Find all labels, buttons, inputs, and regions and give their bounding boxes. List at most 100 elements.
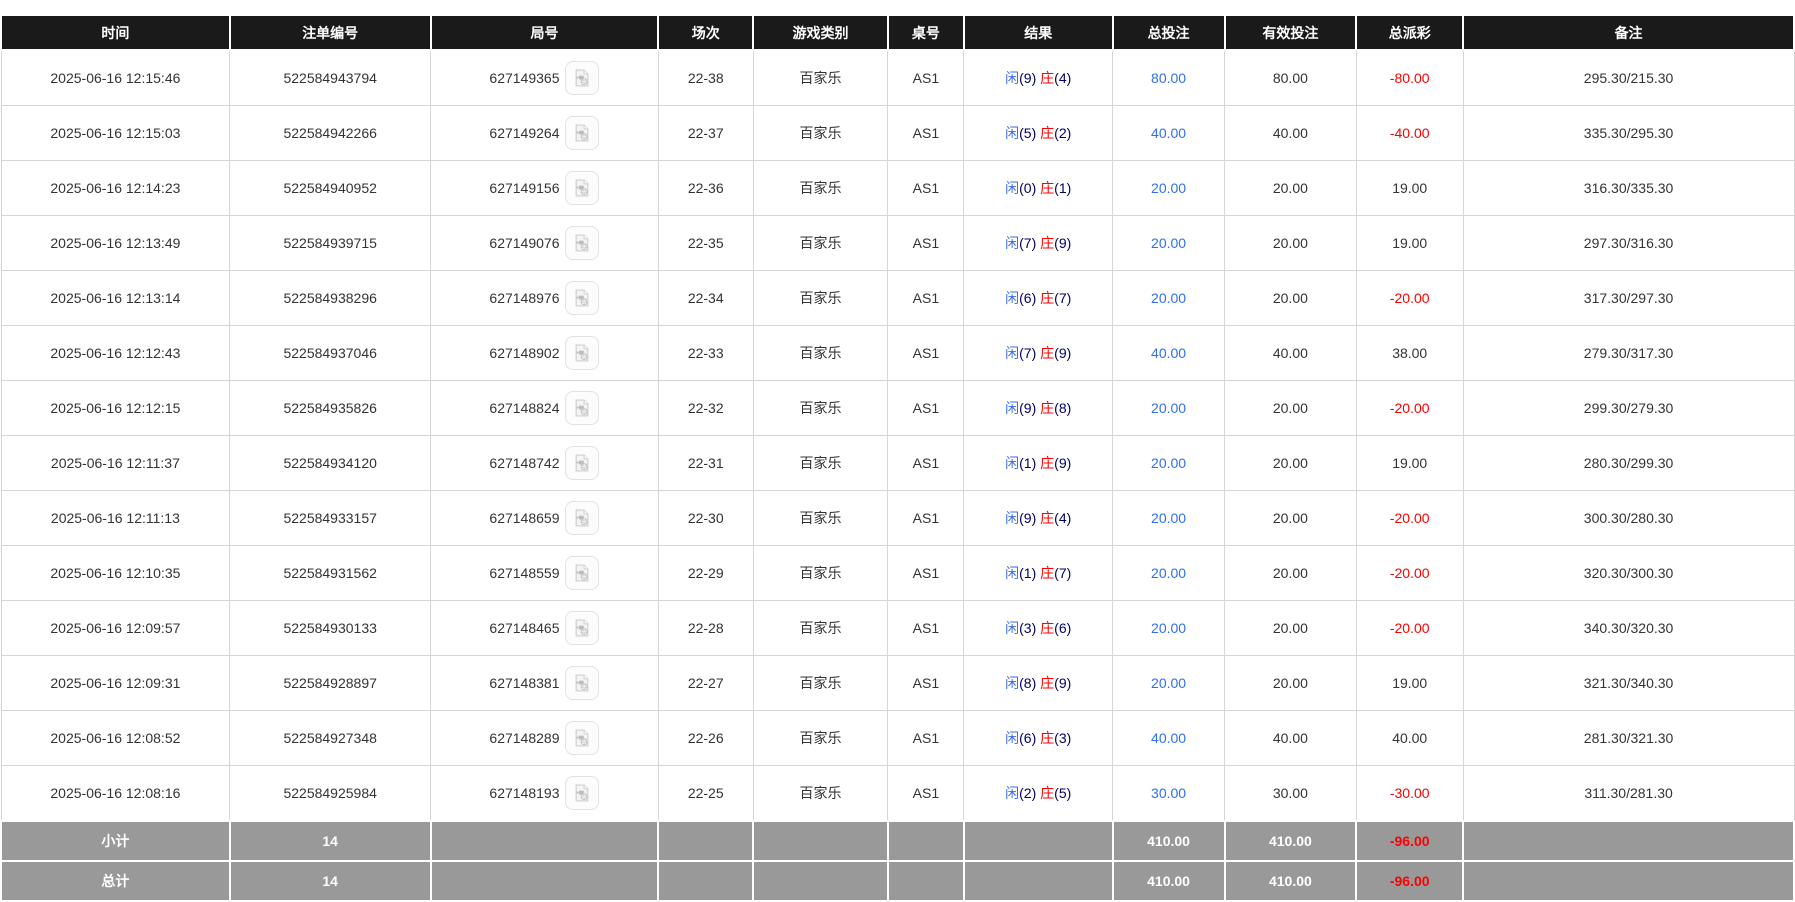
video-replay-button[interactable] [565, 61, 600, 95]
result-player-label: 闲 [1005, 180, 1020, 196]
cell-payout: -30.00 [1355, 765, 1464, 822]
column-header-0: 时间 [0, 16, 231, 51]
video-replay-button[interactable] [565, 501, 600, 535]
cell-game-type: 百家乐 [752, 545, 889, 601]
cell-remark: 300.30/280.30 [1462, 490, 1795, 546]
cell-time: 2025-06-16 12:11:37 [0, 435, 231, 491]
cell-time: 2025-06-16 12:13:49 [0, 215, 231, 271]
cell-table-id: AS1 [887, 325, 965, 381]
video-replay-button[interactable] [565, 391, 600, 425]
result-player-label: 闲 [1005, 70, 1020, 86]
result-player-points: (7) [1019, 235, 1037, 251]
result-player-label: 闲 [1005, 125, 1020, 141]
cell-total-bet: 20.00 [1112, 380, 1225, 436]
video-replay-button[interactable] [565, 721, 600, 755]
cell-session: 22-26 [657, 710, 754, 766]
video-replay-button[interactable] [565, 446, 600, 480]
result-banker-points: (7) [1054, 290, 1072, 306]
table-row: 2025-06-16 12:09:57 522584930133 627148465… [0, 600, 1795, 656]
video-replay-button[interactable] [565, 776, 600, 810]
cell-session: 22-31 [657, 435, 754, 491]
column-header-8: 有效投注 [1223, 16, 1358, 51]
cell-total-bet: 20.00 [1112, 490, 1225, 546]
column-header-7: 总投注 [1111, 16, 1226, 51]
cell-session: 22-33 [657, 325, 754, 381]
cell-session: 22-36 [657, 160, 754, 216]
result-player-points: (3) [1019, 620, 1037, 636]
cell-game-type: 百家乐 [752, 160, 889, 216]
round-id-group: 627148902 [489, 336, 600, 370]
column-header-1: 注单编号 [228, 16, 432, 51]
result-banker-label: 庄 [1040, 125, 1055, 141]
cell-result: 闲(1) 庄(7) [963, 545, 1114, 601]
cell-game-type: 百家乐 [752, 49, 889, 106]
video-replay-icon [576, 124, 589, 142]
cell-total-bet: 20.00 [1112, 270, 1225, 326]
cell-session: 22-34 [657, 270, 754, 326]
cell-remark: 317.30/297.30 [1462, 270, 1795, 326]
cell-result: 闲(9) 庄(8) [963, 380, 1114, 436]
cell-table-id: AS1 [887, 710, 965, 766]
video-replay-icon [576, 784, 589, 802]
cell-game-type: 百家乐 [752, 215, 889, 271]
result-player-label: 闲 [1005, 785, 1020, 801]
cell-table-id: AS1 [887, 215, 965, 271]
footer-payout: -96.00 [1355, 820, 1465, 862]
result-player-points: (0) [1019, 180, 1037, 196]
result-player-label: 闲 [1005, 675, 1020, 691]
footer-empty-cell [886, 820, 965, 862]
subtotal-row: 小计 14 410.00 410.00 -96.00 [0, 820, 1795, 862]
cell-game-type: 百家乐 [752, 600, 889, 656]
cell-total-bet: 20.00 [1112, 600, 1225, 656]
round-id-group: 627148381 [489, 666, 600, 700]
cell-result: 闲(0) 庄(1) [963, 160, 1114, 216]
video-replay-button[interactable] [565, 336, 600, 370]
cell-valid-bet: 30.00 [1224, 765, 1357, 822]
cell-table-id: AS1 [887, 545, 965, 601]
table-row: 2025-06-16 12:08:16 522584925984 627148193… [0, 765, 1795, 822]
video-replay-icon [576, 564, 589, 582]
round-id-group: 627149264 [489, 116, 600, 150]
cell-session: 22-35 [657, 215, 754, 271]
cell-time: 2025-06-16 12:12:43 [0, 325, 231, 381]
result-player-label: 闲 [1005, 400, 1020, 416]
footer-payout: -96.00 [1355, 860, 1465, 902]
video-replay-button[interactable] [565, 171, 600, 205]
result-player-points: (1) [1019, 455, 1037, 471]
cell-remark: 297.30/316.30 [1462, 215, 1795, 271]
round-id-text: 627148659 [489, 510, 560, 526]
cell-time: 2025-06-16 12:10:35 [0, 545, 231, 601]
cell-bet-id: 522584925984 [229, 765, 432, 822]
cell-result: 闲(7) 庄(9) [963, 215, 1114, 271]
cell-session: 22-30 [657, 490, 754, 546]
video-replay-button[interactable] [565, 666, 600, 700]
round-id-text: 627148902 [489, 345, 560, 361]
round-id-text: 627148465 [489, 620, 560, 636]
cell-valid-bet: 40.00 [1224, 710, 1357, 766]
video-replay-button[interactable] [565, 116, 600, 150]
result-banker-label: 庄 [1040, 235, 1055, 251]
video-replay-button[interactable] [565, 611, 600, 645]
result-player-points: (1) [1019, 565, 1037, 581]
result-banker-label: 庄 [1040, 345, 1055, 361]
video-replay-button[interactable] [565, 281, 600, 315]
cell-table-id: AS1 [887, 765, 965, 822]
cell-table-id: AS1 [887, 380, 965, 436]
cell-result: 闲(6) 庄(3) [963, 710, 1114, 766]
result-banker-points: (5) [1054, 785, 1072, 801]
cell-time: 2025-06-16 12:11:13 [0, 490, 231, 546]
cell-result: 闲(9) 庄(4) [963, 49, 1114, 106]
video-replay-button[interactable] [565, 226, 600, 260]
video-replay-button[interactable] [565, 556, 600, 590]
cell-game-type: 百家乐 [752, 765, 889, 822]
cell-session: 22-28 [657, 600, 754, 656]
cell-game-type: 百家乐 [752, 105, 889, 161]
table-footer: 小计 14 410.00 410.00 -96.00 总计 14 410.00 410.00 -9… [0, 820, 1795, 902]
round-id-group: 627148976 [489, 281, 600, 315]
result-player-points: (6) [1019, 730, 1037, 746]
result-banker-label: 庄 [1040, 730, 1055, 746]
cell-total-bet: 40.00 [1112, 710, 1225, 766]
cell-round-id: 627149264 [430, 105, 659, 161]
cell-table-id: AS1 [887, 600, 965, 656]
cell-payout: 38.00 [1355, 325, 1464, 381]
